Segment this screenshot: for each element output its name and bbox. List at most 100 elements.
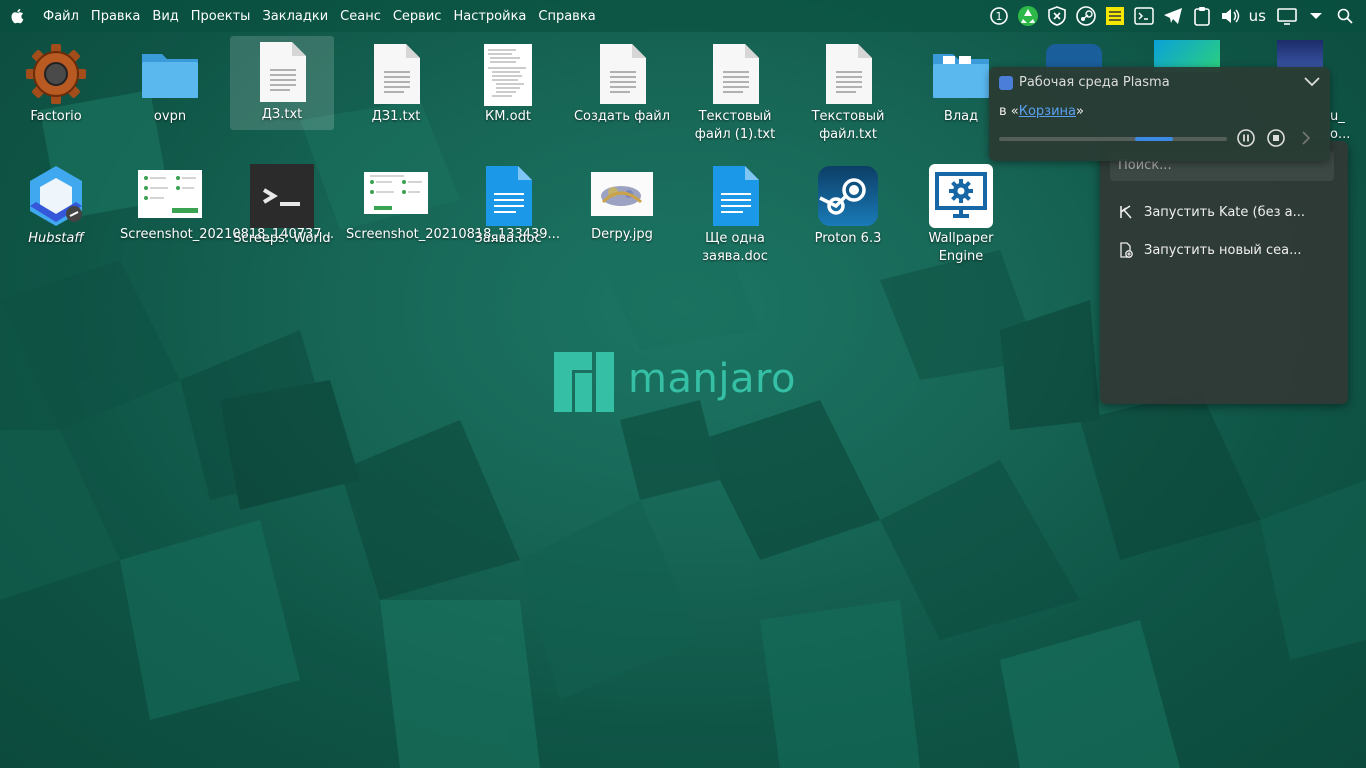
- icon-label: ДЗ.txt: [261, 107, 303, 122]
- icon-label: Screeps: World: [233, 231, 331, 246]
- notification-app-name: Рабочая среда Plasma: [1019, 75, 1170, 90]
- icon-label: Текстовый файл (1).txt: [694, 109, 776, 142]
- menu-settings[interactable]: Настройка: [447, 9, 532, 24]
- chevron-right-icon[interactable]: [1297, 129, 1315, 147]
- desktop-icon-screeps[interactable]: Screeps: World: [230, 160, 334, 248]
- apple-icon[interactable]: [10, 8, 24, 24]
- keyboard-layout-indicator[interactable]: us: [1249, 7, 1266, 25]
- icon-label: Создать файл: [573, 109, 671, 124]
- shield-icon[interactable]: [1046, 5, 1068, 27]
- icon-label: КМ.odt: [485, 109, 531, 124]
- display-icon[interactable]: [1276, 5, 1298, 27]
- icon-label: Factorio: [30, 109, 82, 124]
- icon-label: Текстовый файл.txt: [811, 109, 885, 142]
- icon-label: Ще одна заява.doc: [702, 231, 768, 264]
- manjaro-wordmark: manjaro: [628, 356, 796, 402]
- icon-label: Derpy.jpg: [591, 227, 653, 242]
- terminal-tray-icon[interactable]: [1133, 5, 1155, 27]
- partially-hidden-label: u_ о...: [1330, 109, 1351, 142]
- icon-label: Screenshot_20210818_133439...: [346, 227, 560, 242]
- icon-label: ovpn: [153, 109, 187, 124]
- desktop-icon-screenshot-2[interactable]: Screenshot_20210818_133439...: [344, 160, 560, 244]
- document-icon: [476, 164, 540, 228]
- recycle-icon[interactable]: [1017, 5, 1039, 27]
- top-menu-bar: Файл Правка Вид Проекты Закладки Сеанс С…: [0, 0, 1366, 32]
- desktop-icon-dz1-txt[interactable]: ДЗ1.txt: [344, 38, 448, 126]
- stop-icon[interactable]: [1267, 129, 1285, 147]
- icon-label: ДЗ1.txt: [371, 109, 421, 124]
- text-file-icon: [703, 42, 767, 106]
- menu-session[interactable]: Сеанс: [334, 9, 387, 24]
- desktop-icon-dz-txt[interactable]: ДЗ.txt: [230, 36, 334, 130]
- folder-icon: [929, 42, 993, 106]
- progress-fill: [1135, 137, 1173, 141]
- desktop-icon-proton[interactable]: Proton 6.3: [796, 160, 900, 248]
- desktop-icon-screenshot-1[interactable]: Screenshot_20210818_140737...: [118, 160, 334, 244]
- icon-label: Wallpaper Engine: [928, 231, 994, 264]
- menu-edit[interactable]: Правка: [85, 9, 146, 24]
- clipboard-icon[interactable]: [1191, 5, 1213, 27]
- icon-label: Screenshot_20210818_140737...: [120, 227, 334, 242]
- desktop-icon-text-file-1[interactable]: Текстовый файл (1).txt: [683, 38, 787, 144]
- launcher-item-label: Запустить новый сеа...: [1144, 242, 1302, 258]
- notification-header: Рабочая среда Plasma: [999, 75, 1170, 90]
- screenshot-preview-icon: [364, 172, 428, 214]
- notification-popup: Рабочая среда Plasma в «Корзина»: [989, 67, 1330, 161]
- kate-icon: [1120, 205, 1132, 219]
- folder-icon: [138, 42, 202, 106]
- menu-help[interactable]: Справка: [532, 9, 601, 24]
- notification-body: в «Корзина»: [999, 104, 1084, 119]
- progress-bar: [999, 137, 1227, 141]
- document-icon: [703, 164, 767, 228]
- icon-label: Hubstaff: [28, 231, 84, 246]
- desktop-icon-derpy-jpg[interactable]: Derpy.jpg: [570, 160, 674, 244]
- text-file-icon: [364, 42, 428, 106]
- launcher-item-kate[interactable]: Запустить Kate (без а...: [1118, 202, 1305, 222]
- launcher-panel: Поиск... Запустить Kate (без а... Запуст…: [1100, 141, 1348, 404]
- steam-icon: [816, 164, 880, 228]
- partially-hidden-image-icon[interactable]: [1277, 40, 1323, 70]
- menu-file[interactable]: Файл: [37, 9, 85, 24]
- terminal-icon: [250, 164, 314, 228]
- menu-bookmarks[interactable]: Закладки: [256, 9, 334, 24]
- menu-tools[interactable]: Сервис: [387, 9, 448, 24]
- hubstaff-icon: [24, 164, 88, 228]
- desktop-icon-factorio[interactable]: Factorio: [4, 38, 108, 126]
- icon-label: Заява.doc: [474, 231, 542, 246]
- icon-label: Proton 6.3: [814, 231, 882, 246]
- manjaro-logo: manjaro: [554, 352, 796, 412]
- trash-link[interactable]: Корзина: [1019, 104, 1076, 119]
- menu-view[interactable]: Вид: [146, 9, 184, 24]
- desktop-icon-zayava-doc[interactable]: Заява.doc: [456, 160, 560, 248]
- chevron-down-icon[interactable]: [1304, 77, 1320, 87]
- launcher-item-new-session[interactable]: Запустить новый сеа...: [1118, 240, 1302, 260]
- notes-icon[interactable]: [1104, 5, 1126, 27]
- volume-icon[interactable]: [1220, 5, 1242, 27]
- screenshot-preview-icon: [138, 170, 202, 218]
- steam-tray-icon[interactable]: [1075, 5, 1097, 27]
- password-manager-icon[interactable]: 1: [988, 5, 1010, 27]
- svg-text:1: 1: [995, 10, 1002, 23]
- pause-icon[interactable]: [1237, 129, 1255, 147]
- factorio-gear-icon: [24, 42, 88, 106]
- desktop-icon-hubstaff[interactable]: Hubstaff: [4, 160, 108, 248]
- wallpaper-engine-icon: [929, 164, 993, 228]
- plasma-app-icon: [999, 75, 1013, 90]
- text-file-icon: [590, 42, 654, 106]
- document-preview-icon: [476, 42, 540, 106]
- desktop-icon-ovpn[interactable]: ovpn: [118, 38, 222, 126]
- text-file-icon: [250, 40, 314, 104]
- telegram-icon[interactable]: [1162, 5, 1184, 27]
- image-preview-icon: [591, 172, 653, 216]
- desktop-icon-km-odt[interactable]: КМ.odt: [456, 38, 560, 126]
- desktop-icon-create-file[interactable]: Создать файл: [570, 38, 674, 126]
- new-document-icon: [1120, 242, 1133, 258]
- desktop-icon-text-file[interactable]: Текстовый файл.txt: [796, 38, 900, 144]
- desktop-icon-another-zayava[interactable]: Ще одна заява.doc: [683, 160, 787, 266]
- desktop-icon-wallpaper-engine[interactable]: Wallpaper Engine: [909, 160, 1013, 266]
- menu-projects[interactable]: Проекты: [185, 9, 257, 24]
- tray-expand-icon[interactable]: [1305, 5, 1327, 27]
- search-icon[interactable]: [1334, 5, 1356, 27]
- text-file-icon: [816, 42, 880, 106]
- manjaro-logo-mark-icon: [554, 352, 614, 412]
